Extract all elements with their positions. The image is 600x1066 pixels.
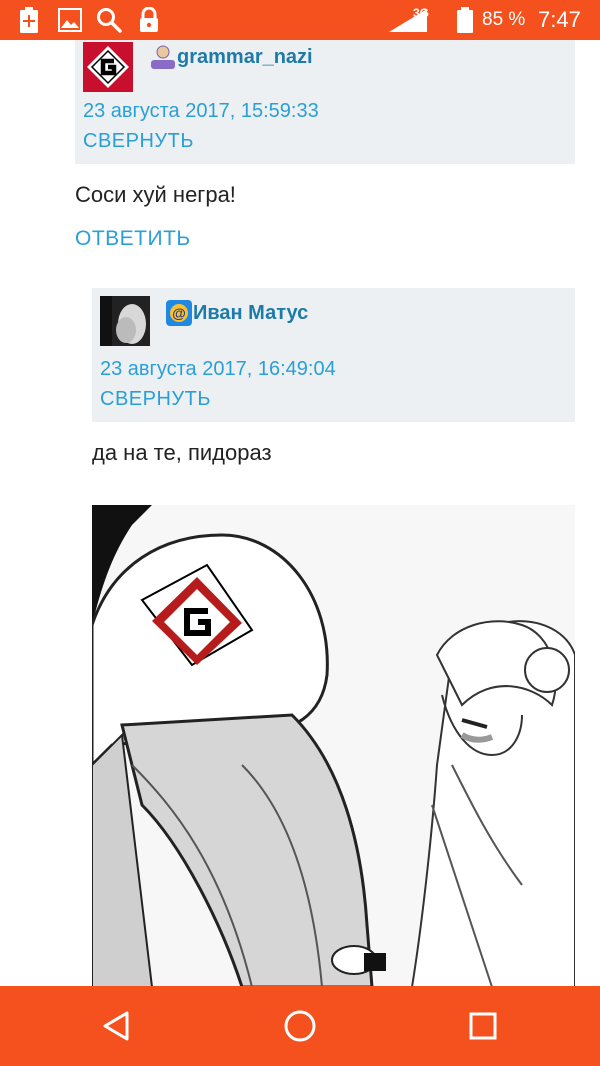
search-icon [92,0,126,40]
comment-header: grammar_nazi 23 августа 2017, 15:59:33 С… [75,40,575,164]
comment-thread: grammar_nazi 23 августа 2017, 15:59:33 С… [0,40,600,986]
navigation-bar [0,986,600,1066]
home-icon[interactable] [270,996,330,1056]
user-icon [149,44,177,75]
comment-header: @ Иван Матус 23 августа 2017, 16:49:04 С… [92,288,575,422]
network-type: 3G [413,6,430,20]
avatar[interactable] [83,42,133,92]
recents-icon[interactable] [453,996,513,1056]
username[interactable]: Иван Матус [193,302,308,325]
grammar-nazi-emblem-icon [83,42,133,92]
collapse-button[interactable]: СВЕРНУТЬ [83,130,194,153]
comment-date[interactable]: 23 августа 2017, 16:49:04 [100,358,336,381]
comment-image[interactable] [92,505,575,986]
status-bar: 3G 85 % 7:47 [0,0,600,40]
collapse-button[interactable]: СВЕРНУТЬ [100,388,211,411]
avatar[interactable] [100,296,150,346]
username[interactable]: grammar_nazi [177,46,313,69]
clock: 7:47 [538,7,581,32]
comment-date[interactable]: 23 августа 2017, 15:59:33 [83,100,319,123]
battery-icon [454,0,476,40]
lock-icon [134,0,164,40]
battery-plus-icon [14,0,44,40]
battery-percent: 85 % [482,9,526,30]
comment-text: да на те, пидораз [92,440,272,465]
comment-text: Соси хуй негра! [75,182,236,207]
svg-text:@: @ [172,305,186,321]
image-icon [54,0,86,40]
back-icon[interactable] [87,996,147,1056]
mail-ru-icon: @ [166,300,192,331]
reply-button[interactable]: ОТВЕТИТЬ [75,227,191,251]
